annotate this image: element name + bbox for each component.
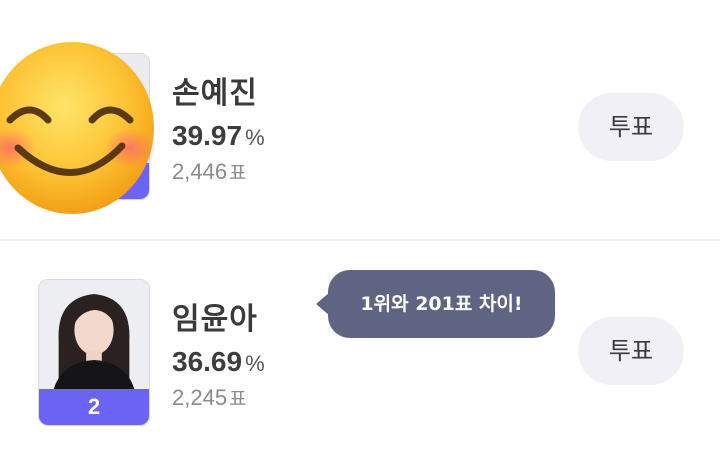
vote-count: 2,245 표	[172, 384, 247, 411]
percent-value: 39.97	[172, 120, 243, 151]
percent-value: 36.69	[172, 346, 243, 377]
tooltip-text: 1위와 201표 차이!	[360, 293, 523, 315]
candidate-row-1: 손예진 39.97% 2,446 표 투표	[0, 0, 720, 240]
rank-badge: 2	[39, 389, 149, 425]
smiling-face-emoji-icon	[0, 42, 156, 214]
candidate-photo: 2	[38, 279, 150, 426]
vote-count-unit: 표	[229, 162, 247, 184]
percent-unit: %	[245, 125, 265, 150]
vote-percentage: 39.97%	[172, 120, 265, 152]
vote-count-unit: 표	[229, 388, 247, 410]
tooltip-tail	[316, 292, 330, 316]
percent-unit: %	[245, 351, 265, 376]
vote-button[interactable]: 투표	[578, 93, 684, 161]
vote-count: 2,446 표	[172, 158, 247, 185]
vote-gap-tooltip: 1위와 201표 차이!	[316, 270, 555, 338]
vote-count-value: 2,446	[172, 159, 228, 184]
vote-percentage: 36.69%	[172, 346, 265, 378]
photo	[39, 280, 149, 392]
candidate-row-2: 2 임윤아 36.69% 2,245 표 1위와 201표 차이! 투표	[0, 240, 720, 457]
vote-button[interactable]: 투표	[578, 317, 684, 385]
candidate-name: 임윤아	[172, 302, 258, 337]
vote-count-value: 2,245	[172, 385, 228, 410]
candidate-name: 손예진	[172, 76, 258, 111]
